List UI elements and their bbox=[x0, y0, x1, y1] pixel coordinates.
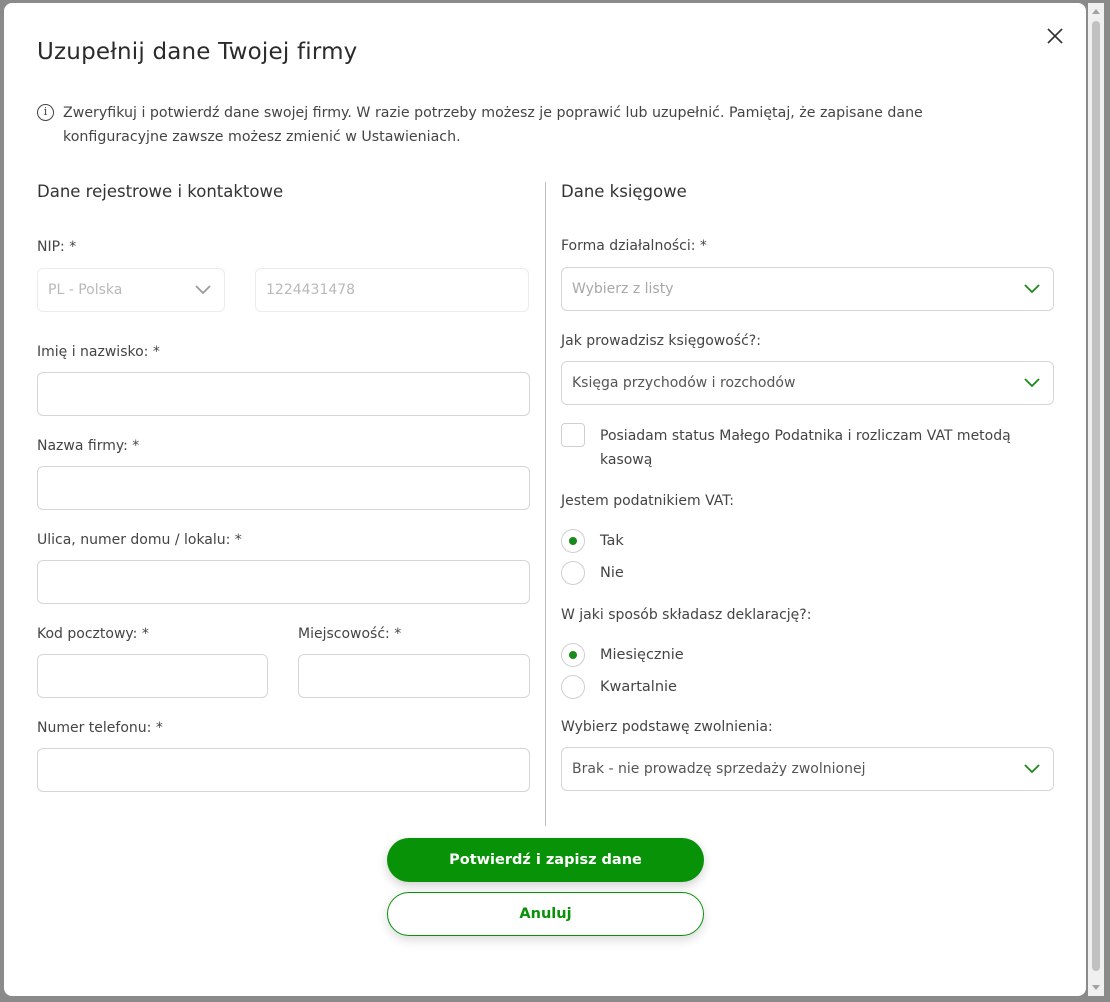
chevron-down-icon bbox=[1024, 378, 1040, 388]
street-input[interactable] bbox=[37, 560, 530, 604]
info-icon: i bbox=[37, 104, 54, 121]
vat-no-label: Nie bbox=[600, 565, 624, 581]
accounting-method-select[interactable]: Księga przychodów i rozchodów bbox=[561, 361, 1054, 405]
section-title-registration: Dane rejestrowe i kontaktowe bbox=[37, 182, 284, 201]
vat-no-radio[interactable] bbox=[561, 561, 585, 585]
business-form-select[interactable]: Wybierz z listy bbox=[561, 267, 1054, 311]
postal-code-label: Kod pocztowy: * bbox=[37, 626, 149, 642]
scroll-down-icon[interactable] bbox=[1092, 985, 1100, 990]
exemption-value: Brak - nie prowadzę sprzedaży zwolnionej bbox=[572, 761, 866, 777]
exemption-select[interactable]: Brak - nie prowadzę sprzedaży zwolnionej bbox=[561, 747, 1054, 791]
phone-label: Numer telefonu: * bbox=[37, 720, 163, 736]
vat-yes-label: Tak bbox=[600, 533, 624, 549]
nip-input[interactable]: 1224431478 bbox=[255, 268, 529, 312]
accounting-method-value: Księga przychodów i rozchodów bbox=[572, 375, 796, 391]
city-label: Miejscowość: * bbox=[298, 626, 402, 642]
chevron-down-icon bbox=[1024, 284, 1040, 294]
modal-dialog: Uzupełnij dane Twojej firmy i Zweryfikuj… bbox=[4, 3, 1086, 996]
street-label: Ulica, numer domu / lokalu: * bbox=[37, 532, 242, 548]
confirm-save-button[interactable]: Potwierdź i zapisz dane bbox=[387, 838, 704, 882]
company-input[interactable] bbox=[37, 466, 530, 510]
nip-value: 1224431478 bbox=[266, 282, 356, 298]
decl-monthly-label: Miesięcznie bbox=[600, 647, 684, 663]
decl-quarterly-label: Kwartalnie bbox=[600, 679, 677, 695]
accounting-method-label: Jak prowadzisz księgowość?: bbox=[561, 333, 761, 349]
info-message: i Zweryfikuj i potwierdź dane swojej fir… bbox=[37, 101, 997, 149]
postal-code-input[interactable] bbox=[37, 654, 268, 698]
nip-label: NIP: * bbox=[37, 239, 77, 255]
business-form-placeholder: Wybierz z listy bbox=[572, 281, 674, 297]
chevron-down-icon bbox=[1024, 764, 1040, 774]
name-label: Imię i nazwisko: * bbox=[37, 344, 160, 360]
vat-payer-label: Jestem podatnikiem VAT: bbox=[561, 493, 734, 509]
dialog-title: Uzupełnij dane Twojej firmy bbox=[37, 39, 358, 65]
business-form-label: Forma działalności: * bbox=[561, 238, 707, 254]
decl-monthly-radio[interactable] bbox=[561, 643, 585, 667]
scrollbar-thumb[interactable] bbox=[1092, 21, 1100, 971]
column-divider bbox=[545, 182, 546, 826]
info-text: Zweryfikuj i potwierdź dane swojej firmy… bbox=[63, 105, 923, 145]
phone-input[interactable] bbox=[37, 748, 530, 792]
country-value: PL - Polska bbox=[48, 282, 123, 298]
city-input[interactable] bbox=[298, 654, 530, 698]
declaration-label: W jaki sposób składasz deklarację?: bbox=[561, 607, 812, 623]
scroll-up-icon[interactable] bbox=[1092, 9, 1100, 14]
exemption-label: Wybierz podstawę zwolnienia: bbox=[561, 719, 773, 735]
company-label: Nazwa firmy: * bbox=[37, 438, 140, 454]
country-select[interactable]: PL - Polska bbox=[37, 268, 225, 312]
name-input[interactable] bbox=[37, 372, 530, 416]
cancel-button[interactable]: Anuluj bbox=[387, 892, 704, 936]
small-taxpayer-checkbox[interactable] bbox=[561, 423, 585, 447]
vat-yes-radio[interactable] bbox=[561, 529, 585, 553]
vertical-scrollbar[interactable] bbox=[1088, 3, 1104, 996]
section-title-accounting: Dane księgowe bbox=[561, 182, 687, 201]
small-taxpayer-label: Posiadam status Małego Podatnika i rozli… bbox=[600, 428, 1011, 468]
decl-quarterly-radio[interactable] bbox=[561, 675, 585, 699]
chevron-down-icon bbox=[195, 285, 211, 295]
close-icon[interactable] bbox=[1042, 23, 1068, 49]
